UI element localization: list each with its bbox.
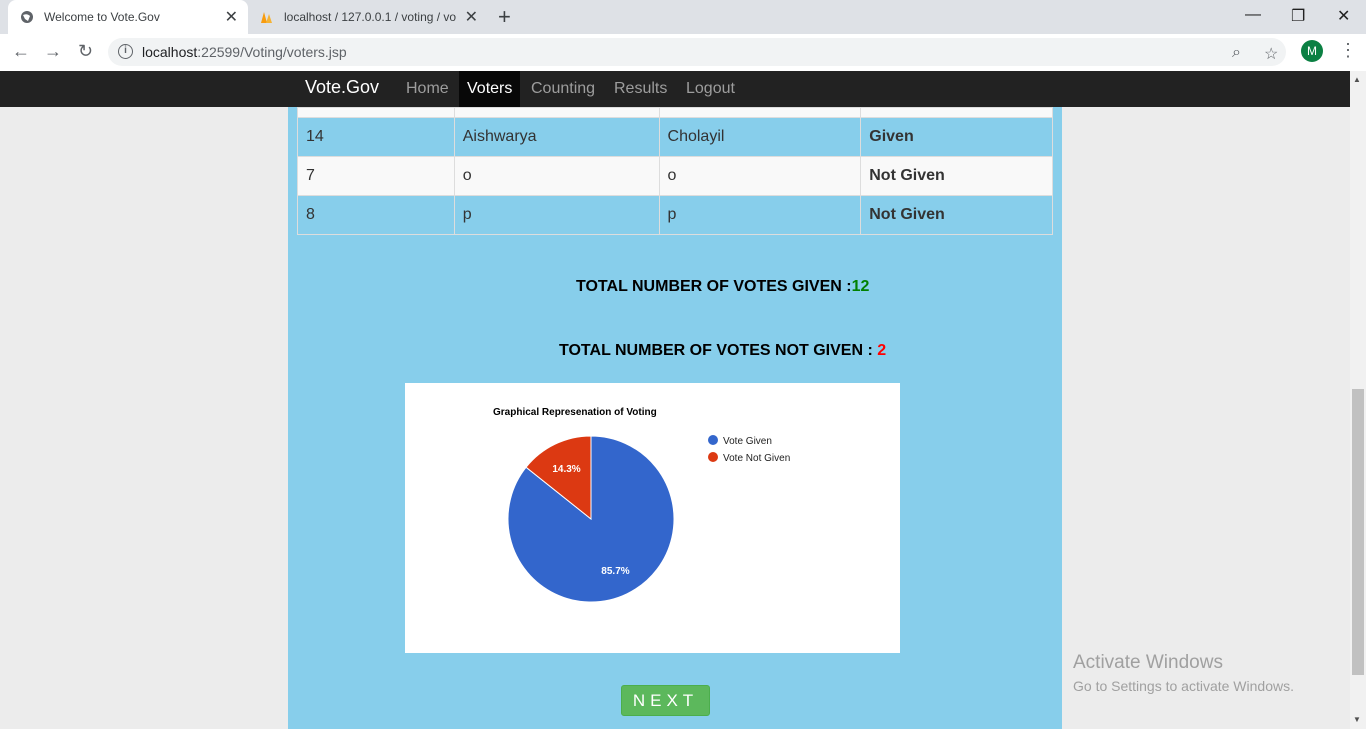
close-window-icon[interactable]: ✕ [1337,6,1350,26]
voter-first-name: Aishwarya [453,117,660,157]
info-icon[interactable]: i [118,44,133,59]
tab-vote-gov[interactable]: Welcome to Vote.Gov ✕ [8,0,248,34]
voters-table: 14 Aishwarya Cholayil Given 7 o o Not Gi… [297,107,1053,235]
zoom-icon[interactable]: ⌕ [1232,44,1241,62]
activate-windows-watermark: Activate Windows Go to Settings to activ… [1073,652,1294,694]
voter-last-name: o [658,156,862,196]
legend-swatch [708,452,718,462]
page-scrollbar[interactable]: ▲ ▼ [1350,71,1366,729]
address-bar[interactable]: i localhost:22599/Voting/voters.jsp ⌕ ☆ [108,38,1286,66]
table-row: 7 o o Not Given [297,156,1053,196]
close-tab-icon[interactable]: ✕ [225,7,238,27]
url-text: localhost:22599/Voting/voters.jsp [142,44,347,60]
next-button[interactable]: NEXT [621,685,710,716]
voter-id: 8 [297,195,455,235]
total-not-given-label: TOTAL NUMBER OF VOTES NOT GIVEN : [559,342,873,359]
tab-title: localhost / 127.0.0.1 / voting / vo [284,10,457,24]
legend-swatch [708,435,718,445]
vote-status: Given [860,117,1053,157]
nav-logout[interactable]: Logout [678,71,743,107]
legend-label: Vote Given [723,436,772,447]
browser-toolbar: ← → ↻ i localhost:22599/Voting/voters.js… [0,34,1366,71]
browser-tab-strip: Welcome to Vote.Gov ✕ localhost / 127.0.… [0,0,1366,34]
back-icon[interactable]: ← [12,41,30,62]
bookmark-star-icon[interactable]: ☆ [1264,44,1278,64]
nav-voters[interactable]: Voters [459,71,521,107]
total-given-label: TOTAL NUMBER OF VOTES GIVEN : [576,278,852,295]
voter-id: 7 [297,156,455,196]
table-row [297,107,1053,118]
total-votes-not-given: TOTAL NUMBER OF VOTES NOT GIVEN : 2 [559,342,886,360]
close-tab-icon[interactable]: ✕ [465,7,478,27]
watermark-subtitle: Go to Settings to activate Windows. [1073,678,1294,694]
total-not-given-value: 2 [877,342,887,359]
forward-icon[interactable]: → [44,41,62,62]
browser-menu-icon[interactable]: ⋮ [1339,40,1357,61]
main-content: 14 Aishwarya Cholayil Given 7 o o Not Gi… [288,107,1062,729]
vote-status: Not Given [860,156,1053,196]
nav-results[interactable]: Results [606,71,675,107]
voter-last-name: Cholayil [658,117,862,157]
voter-last-name: p [658,195,862,235]
chart-title: Graphical Represenation of Voting [493,407,657,418]
tab-title: Welcome to Vote.Gov [44,10,160,24]
pie-slice-label: 14.3% [552,464,580,475]
voter-first-name: p [453,195,660,235]
vote-status: Not Given [860,195,1053,235]
voter-first-name: o [453,156,660,196]
pie-chart-svg: Graphical Represenation of Voting 85.7% 1… [493,407,790,603]
scroll-thumb[interactable] [1352,389,1364,675]
voter-id: 14 [297,117,455,157]
nav-counting[interactable]: Counting [523,71,603,107]
site-brand[interactable]: Vote.Gov [305,77,379,98]
new-tab-icon[interactable]: + [498,4,511,30]
total-votes-given: TOTAL NUMBER OF VOTES GIVEN :12 [576,278,869,296]
table-row: 14 Aishwarya Cholayil Given [297,117,1053,157]
site-navbar: Vote.Gov Home Voters Counting Results Lo… [0,71,1350,107]
pie-slice-label: 85.7% [601,566,629,577]
profile-avatar[interactable]: M [1301,40,1323,62]
vote-pie-chart: Graphical Represenation of Voting 85.7% 1… [405,383,900,653]
legend-label: Vote Not Given [723,453,790,464]
table-row: 8 p p Not Given [297,195,1053,235]
nav-home[interactable]: Home [398,71,457,107]
globe-icon [21,11,33,23]
reload-icon[interactable]: ↻ [78,41,93,62]
minimize-icon[interactable]: — [1245,6,1261,24]
total-given-value: 12 [851,278,870,295]
restore-icon[interactable]: ❐ [1291,6,1305,26]
scroll-down-icon[interactable]: ▼ [1353,715,1361,724]
watermark-title: Activate Windows [1073,652,1223,673]
tab-phpmyadmin[interactable]: localhost / 127.0.0.1 / voting / vo ✕ [248,0,488,34]
scroll-up-icon[interactable]: ▲ [1353,75,1361,84]
phpmyadmin-icon [261,12,272,23]
